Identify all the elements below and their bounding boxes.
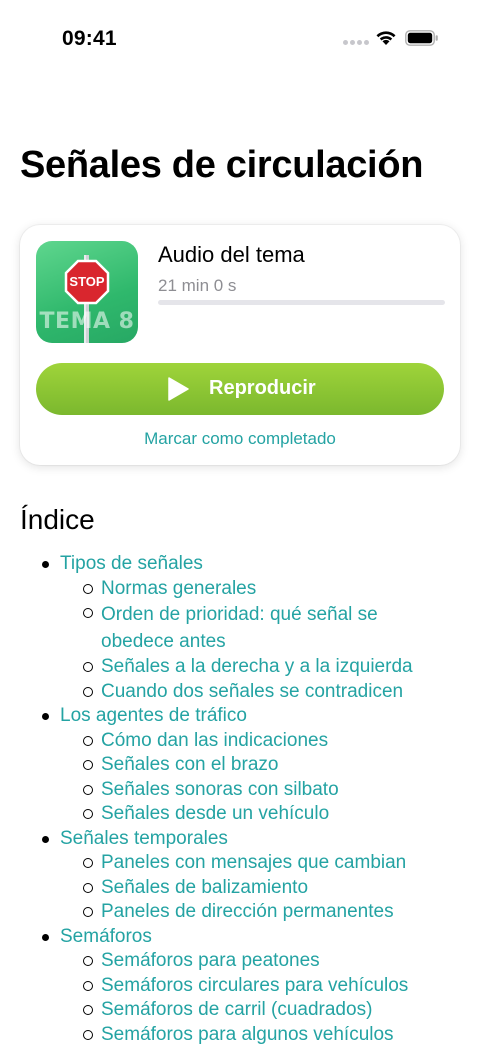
- toc-subitem: Semáforos para peatones: [0, 949, 480, 974]
- toc-sublink[interactable]: Señales con el brazo: [101, 754, 278, 775]
- toc-link[interactable]: Los agentes de tráfico: [60, 705, 247, 726]
- audio-player-card: TEMA 8 STOP Audio del tema 21 min 0 s Re…: [20, 225, 460, 465]
- toc-sublink[interactable]: Orden de prioridad: qué señal se obedece…: [101, 604, 378, 652]
- cover-label: TEMA 8: [36, 309, 138, 334]
- toc-sublink[interactable]: Señales sonoras con silbato: [101, 779, 339, 800]
- toc-sublink[interactable]: Semáforos de carril (cuadrados): [101, 999, 372, 1020]
- toc-sublink[interactable]: Señales de balizamiento: [101, 877, 308, 898]
- page-title: Señales de circulación: [20, 144, 423, 187]
- toc-subitem: Señales a la derecha y a la izquierda: [0, 655, 480, 680]
- toc-sublink[interactable]: Normas generales: [101, 578, 256, 599]
- toc-subitem: Orden de prioridad: qué señal se obedece…: [0, 601, 480, 655]
- audio-duration: 21 min 0 s: [158, 276, 236, 296]
- toc-sublink[interactable]: Semáforos para peatones: [101, 950, 320, 971]
- cellular-signal-icon: [343, 40, 369, 46]
- bullet-icon: [42, 561, 49, 568]
- circle-bullet-icon: [83, 760, 93, 770]
- toc-subitem: Señales con el brazo: [0, 753, 480, 778]
- toc-sublink[interactable]: Señales a la derecha y a la izquierda: [101, 656, 413, 677]
- circle-bullet-icon: [83, 1005, 93, 1015]
- circle-bullet-icon: [83, 883, 93, 893]
- table-of-contents: Tipos de señales Normas generales Orden …: [0, 552, 480, 1047]
- mark-complete-link[interactable]: Marcar como completado: [20, 429, 460, 449]
- toc-sublink[interactable]: Cuando dos señales se contradicen: [101, 681, 403, 702]
- bullet-icon: [42, 836, 49, 843]
- circle-bullet-icon: [83, 736, 93, 746]
- toc-sublink[interactable]: Señales desde un vehículo: [101, 803, 329, 824]
- toc-subitem: Semáforos de carril (cuadrados): [0, 998, 480, 1023]
- toc-subitem: Paneles de dirección permanentes: [0, 900, 480, 925]
- circle-bullet-icon: [83, 907, 93, 917]
- toc-subitem: Señales de balizamiento: [0, 876, 480, 901]
- play-button-label: Reproducir: [209, 377, 316, 400]
- circle-bullet-icon: [83, 584, 93, 594]
- index-heading: Índice: [20, 504, 95, 536]
- toc-sublink[interactable]: Semáforos para algunos vehículos: [101, 1024, 394, 1045]
- circle-bullet-icon: [83, 687, 93, 697]
- toc-link[interactable]: Tipos de señales: [60, 553, 203, 574]
- circle-bullet-icon: [83, 1030, 93, 1040]
- battery-icon: [405, 30, 439, 46]
- toc-section: Los agentes de tráfico: [0, 704, 480, 729]
- toc-subitem: Normas generales: [0, 577, 480, 602]
- circle-bullet-icon: [83, 608, 93, 618]
- toc-section: Tipos de señales: [0, 552, 480, 577]
- circle-bullet-icon: [83, 662, 93, 672]
- toc-sublink[interactable]: Paneles de dirección permanentes: [101, 901, 394, 922]
- toc-subitem: Semáforos circulares para vehículos: [0, 974, 480, 999]
- play-button[interactable]: Reproducir: [36, 363, 444, 415]
- toc-subitem: Señales desde un vehículo: [0, 802, 480, 827]
- stop-sign-text: STOP: [66, 274, 108, 289]
- bullet-icon: [42, 713, 49, 720]
- topic-cover-image: TEMA 8 STOP: [36, 241, 138, 343]
- bullet-icon: [42, 934, 49, 941]
- toc-subitem: Señales sonoras con silbato: [0, 778, 480, 803]
- status-bar: 09:41: [0, 0, 480, 78]
- toc-sublink[interactable]: Semáforos circulares para vehículos: [101, 975, 408, 996]
- toc-link[interactable]: Señales temporales: [60, 828, 228, 849]
- toc-sublink[interactable]: Paneles con mensajes que cambian: [101, 852, 406, 873]
- toc-subitem: Cómo dan las indicaciones: [0, 729, 480, 754]
- circle-bullet-icon: [83, 858, 93, 868]
- audio-title: Audio del tema: [158, 242, 305, 268]
- circle-bullet-icon: [83, 809, 93, 819]
- toc-section: Semáforos: [0, 925, 480, 950]
- toc-subitem: Paneles con mensajes que cambian: [0, 851, 480, 876]
- wifi-icon: [375, 28, 397, 46]
- toc-sublink[interactable]: Cómo dan las indicaciones: [101, 730, 328, 751]
- toc-subitem: Semáforos para algunos vehículos: [0, 1023, 480, 1047]
- toc-section: Señales temporales: [0, 827, 480, 852]
- audio-progress-bar[interactable]: [158, 300, 445, 305]
- circle-bullet-icon: [83, 956, 93, 966]
- play-icon: [167, 377, 189, 401]
- toc-link[interactable]: Semáforos: [60, 926, 152, 947]
- toc-subitem: Cuando dos señales se contradicen: [0, 680, 480, 705]
- status-time: 09:41: [62, 27, 117, 51]
- circle-bullet-icon: [83, 981, 93, 991]
- circle-bullet-icon: [83, 785, 93, 795]
